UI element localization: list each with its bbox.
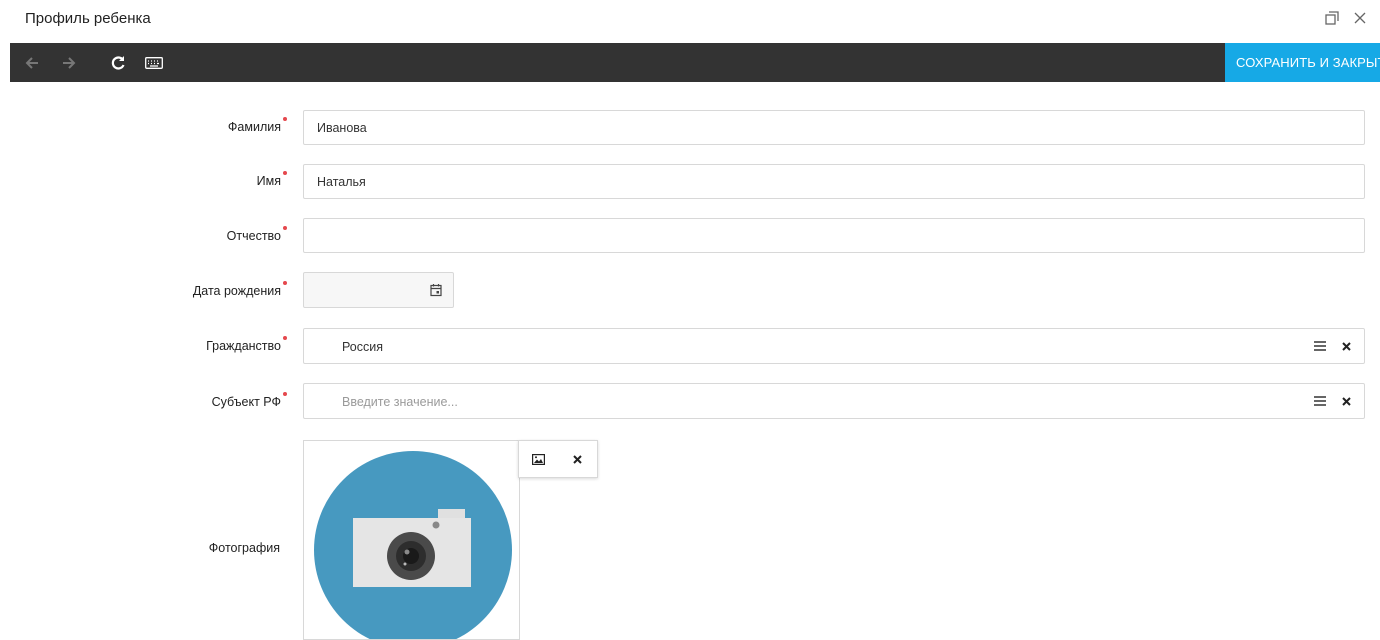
camera-icon: [314, 451, 512, 639]
region-actions: [1306, 384, 1364, 418]
birth-date-input[interactable]: [303, 272, 454, 308]
calendar-icon[interactable]: [429, 283, 443, 297]
clear-icon[interactable]: [1338, 392, 1356, 410]
name-label: Имя: [257, 171, 287, 188]
patronymic-label: Отчество: [227, 226, 287, 243]
region-select[interactable]: Введите значение...: [303, 383, 1365, 419]
surname-label: Фамилия: [228, 117, 287, 134]
window-titlebar: Профиль ребенка: [0, 0, 1380, 42]
list-icon[interactable]: [1311, 337, 1329, 355]
required-marker: [283, 117, 287, 121]
citizenship-actions: [1306, 329, 1364, 363]
name-input[interactable]: Наталья: [303, 164, 1365, 199]
required-marker: [283, 336, 287, 340]
refresh-icon[interactable]: [106, 43, 130, 82]
required-marker: [283, 171, 287, 175]
remove-icon[interactable]: [568, 449, 588, 469]
birth-date-label: Дата рождения: [193, 281, 287, 298]
region-placeholder: Введите значение...: [342, 395, 458, 409]
required-marker: [283, 392, 287, 396]
citizenship-value: Россия: [342, 340, 383, 354]
clear-icon[interactable]: [1338, 337, 1356, 355]
citizenship-select[interactable]: Россия: [303, 328, 1365, 364]
close-icon[interactable]: [1350, 8, 1370, 28]
photo-tools: [518, 440, 598, 478]
patronymic-input[interactable]: [303, 218, 1365, 253]
citizenship-label: Гражданство: [206, 336, 287, 353]
save-and-close-button[interactable]: СОХРАНИТЬ И ЗАКРЫТЬ: [1225, 43, 1380, 82]
arrow-right-icon[interactable]: [57, 43, 81, 82]
image-icon[interactable]: [529, 449, 549, 469]
keyboard-icon[interactable]: [142, 43, 166, 82]
region-label: Субъект РФ: [212, 392, 287, 409]
required-marker: [283, 226, 287, 230]
photo-frame[interactable]: [303, 440, 520, 640]
list-icon[interactable]: [1311, 392, 1329, 410]
photo-label: Фотография: [208, 541, 280, 555]
surname-input[interactable]: Иванова: [303, 110, 1365, 145]
window-controls: [1322, 8, 1370, 28]
arrow-left-icon[interactable]: [20, 43, 44, 82]
window-restore-icon[interactable]: [1322, 8, 1342, 28]
toolbar: СОХРАНИТЬ И ЗАКРЫТЬ: [10, 43, 1380, 82]
required-marker: [283, 281, 287, 285]
window-title: Профиль ребенка: [25, 10, 151, 27]
